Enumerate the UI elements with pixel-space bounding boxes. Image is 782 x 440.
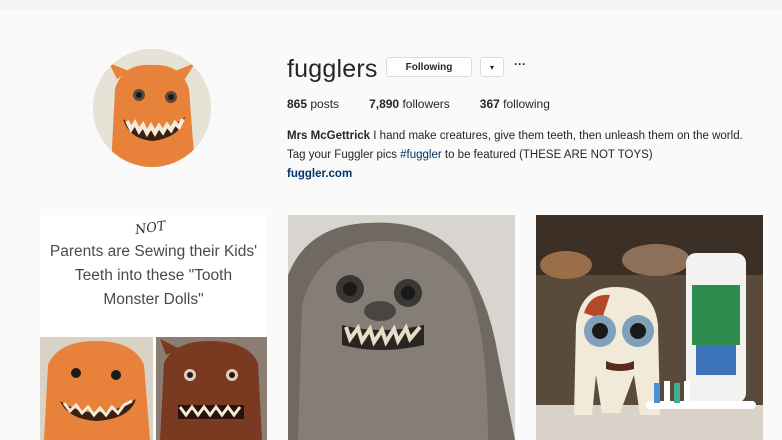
- post-thumbnail[interactable]: [288, 215, 515, 440]
- posts-label: posts: [310, 97, 340, 111]
- posts-stat: 865 posts: [287, 97, 339, 111]
- bio-hashtag-link[interactable]: #fuggler: [400, 149, 442, 161]
- followers-count: 7,890: [369, 97, 400, 111]
- following-button[interactable]: Following: [386, 57, 472, 77]
- meme-caption: Parents are Sewing their Kids' Teeth int…: [40, 240, 267, 312]
- profile-avatar[interactable]: [93, 49, 211, 167]
- meme-not-text: NOT: [134, 218, 167, 239]
- bio-full-name: Mrs McGettrick: [287, 130, 371, 142]
- meme-line: Parents are Sewing their Kids': [49, 243, 258, 260]
- bio-website-link[interactable]: fuggler.com: [287, 165, 757, 184]
- following-count: 367: [479, 97, 500, 111]
- followers-label: followers: [402, 97, 450, 111]
- profile-stats: 865 posts 7,890 followers 367 following: [287, 97, 580, 111]
- profile-username: fugglers: [287, 55, 378, 83]
- following-stat[interactable]: 367 following: [480, 97, 550, 111]
- post-thumbnail[interactable]: NOT Parents are Sewing their Kids' Teeth…: [40, 215, 267, 440]
- meme-line: Monster Dolls": [103, 291, 204, 308]
- top-strip: [0, 0, 782, 10]
- profile-bio: Mrs McGettrick I hand make creatures, gi…: [287, 127, 757, 184]
- chevron-down-icon[interactable]: ▾: [480, 57, 504, 77]
- bio-text-part2: to be featured (THESE ARE NOT TOYS): [441, 149, 653, 161]
- following-label: following: [503, 97, 550, 111]
- followers-stat[interactable]: 7,890 followers: [369, 97, 450, 111]
- meme-line: Teeth into these "Tooth: [74, 267, 233, 284]
- posts-count: 865: [287, 97, 308, 111]
- post-thumbnail[interactable]: [536, 215, 763, 440]
- more-options-icon[interactable]: ···: [513, 58, 527, 74]
